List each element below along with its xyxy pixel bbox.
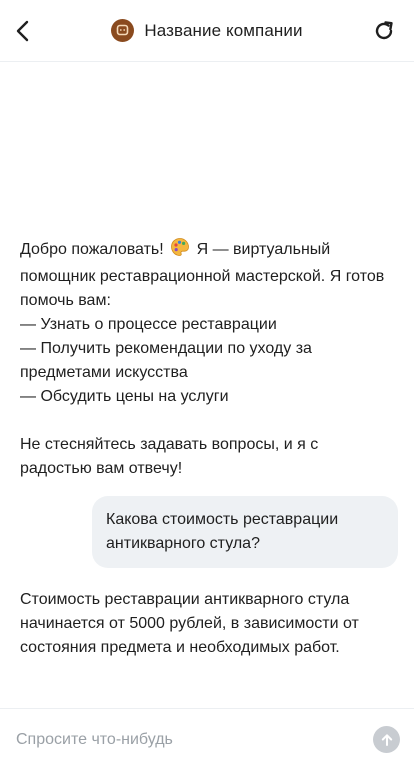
chat-header: Название компании — [0, 0, 414, 62]
composer — [0, 708, 414, 770]
send-button[interactable] — [373, 726, 400, 753]
chat-app: Название компании Добро пожаловать! Я — … — [0, 0, 414, 770]
message-line: — Обсудить цены на услуги — [20, 388, 229, 405]
refresh-icon — [375, 21, 393, 40]
message-line: — Получить рекомендации по уходу за пред… — [20, 340, 312, 381]
page-title: Название компании — [144, 20, 303, 40]
assistant-message: Стоимость реставрации антикварного стула… — [20, 591, 359, 656]
assistant-message: Добро пожаловать! Я — виртуальный помощн… — [20, 237, 390, 481]
company-brand: Название компании — [111, 19, 302, 42]
user-message: Какова стоимость реставрации антикварног… — [92, 496, 398, 568]
message-input[interactable] — [16, 719, 365, 760]
message-list: Добро пожаловать! Я — виртуальный помощн… — [0, 63, 414, 708]
palette-emoji-icon — [170, 237, 190, 265]
message-line: — Узнать о процессе реставрации — [20, 316, 277, 333]
refresh-button[interactable] — [368, 15, 400, 47]
message-line: Не стесняйтесь задавать вопросы, и я с р… — [20, 436, 319, 477]
arrow-up-icon — [381, 733, 392, 746]
chat-bubble-icon — [117, 24, 129, 36]
company-logo — [111, 19, 135, 42]
chevron-left-icon — [16, 20, 29, 42]
back-button[interactable] — [8, 15, 40, 47]
message-line: Добро пожаловать! Я — виртуальный помощн… — [20, 237, 390, 313]
